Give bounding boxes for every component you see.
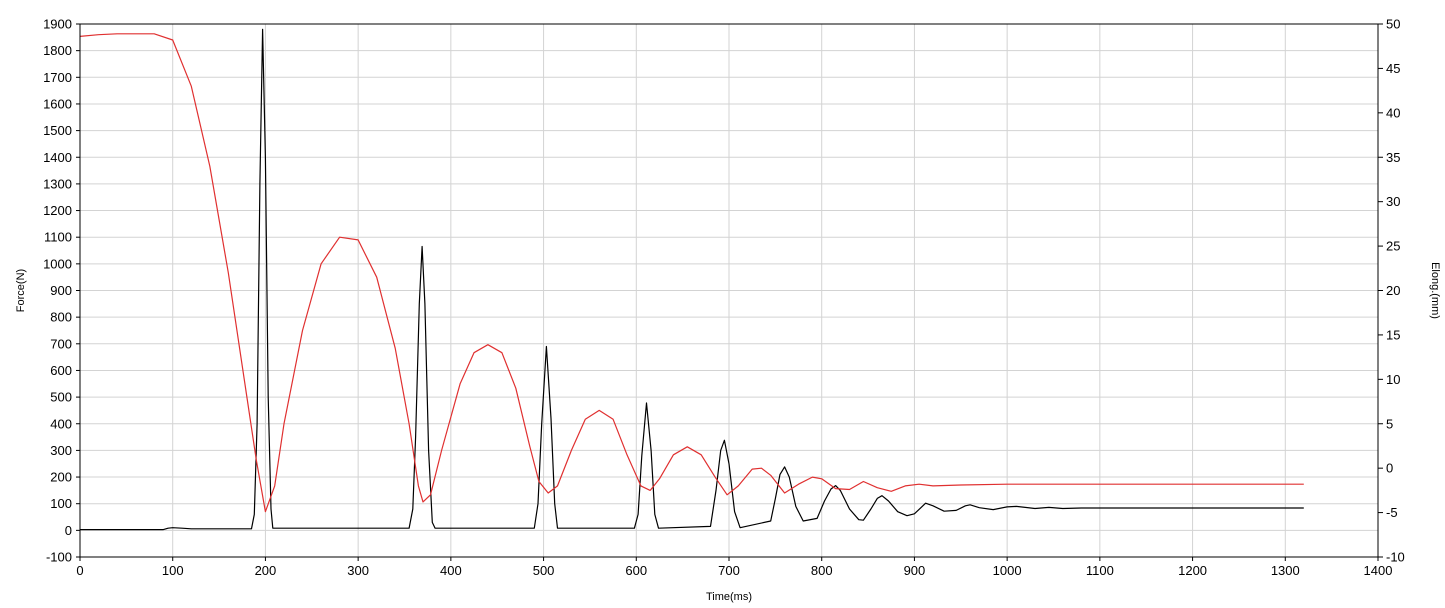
x-axis-title: Time(ms) <box>706 591 752 603</box>
y-tick-label: 1000 <box>43 256 72 271</box>
x-tick-label: 1000 <box>993 563 1022 578</box>
y-tick-label: 800 <box>50 310 72 325</box>
y-tick-label: 200 <box>50 470 72 485</box>
y2-tick-label: 45 <box>1386 61 1400 76</box>
y-tick-label: 400 <box>50 416 72 431</box>
y2-tick-label: 30 <box>1386 194 1400 209</box>
y-tick-label: 1700 <box>43 70 72 85</box>
y2-tick-label: 50 <box>1386 17 1400 32</box>
y-tick-label: 900 <box>50 283 72 298</box>
y-tick-label: 100 <box>50 496 72 511</box>
chart-background <box>0 0 1445 608</box>
y-tick-label: 1300 <box>43 176 72 191</box>
y2-axis-title: Elong.(mm) <box>1429 262 1441 319</box>
y-tick-label: 1500 <box>43 123 72 138</box>
x-tick-label: 800 <box>811 563 833 578</box>
y-tick-label: 0 <box>65 523 72 538</box>
chart: 0 100 200 300 400 500 600 700 800 900 1000 1100 1200… <box>0 0 1445 608</box>
y-tick-label: 500 <box>50 390 72 405</box>
y2-tick-label: 40 <box>1386 105 1400 120</box>
y2-tick-label: 10 <box>1386 372 1400 387</box>
x-tick-label: 700 <box>718 563 740 578</box>
x-tick-label: 0 <box>76 563 83 578</box>
gridlines <box>79 23 1379 558</box>
x-tick-label: 500 <box>533 563 555 578</box>
x-tick-label: 1400 <box>1364 563 1393 578</box>
y2-tick-label: 15 <box>1386 327 1400 342</box>
y-axis-title: Force(N) <box>15 269 27 312</box>
y-tick-label: 1800 <box>43 43 72 58</box>
y-tick-label: 1600 <box>43 96 72 111</box>
y-tick-label: 1400 <box>43 150 72 165</box>
y2-tick-label: -10 <box>1386 550 1405 565</box>
x-tick-label: 1300 <box>1271 563 1300 578</box>
x-tick-label: 200 <box>255 563 277 578</box>
x-tick-label: 600 <box>625 563 647 578</box>
y-tick-label: 1200 <box>43 203 72 218</box>
x-tick-label: 1100 <box>1086 563 1114 578</box>
y2-tick-label: 20 <box>1386 283 1400 298</box>
y-tick-label: 600 <box>50 363 72 378</box>
y-tick-label: 300 <box>50 443 72 458</box>
x-tick-label: 900 <box>904 563 926 578</box>
x-tick-label: 300 <box>347 563 369 578</box>
y2-tick-label: 5 <box>1386 416 1393 431</box>
x-tick-label: 1200 <box>1178 563 1207 578</box>
y2-tick-label: 35 <box>1386 150 1400 165</box>
y-tick-label: -100 <box>46 550 72 565</box>
y-tick-label: 1100 <box>44 230 72 245</box>
x-tick-label: 100 <box>162 563 184 578</box>
y2-tick-label: 25 <box>1386 239 1400 254</box>
y-tick-label: 1900 <box>43 17 72 32</box>
y-tick-label: 700 <box>50 336 72 351</box>
y2-tick-label: -5 <box>1386 505 1398 520</box>
x-tick-label: 400 <box>440 563 462 578</box>
y2-tick-label: 0 <box>1386 461 1393 476</box>
